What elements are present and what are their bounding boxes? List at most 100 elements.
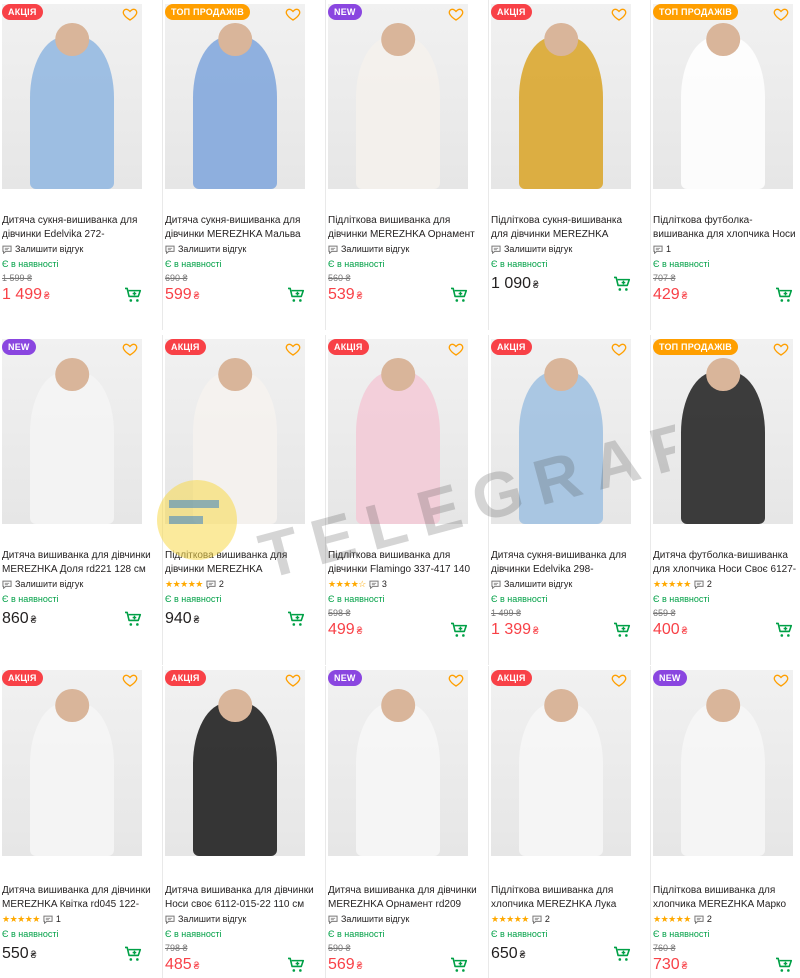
reviews-link[interactable]: Залишити відгук <box>491 244 572 254</box>
add-to-cart-icon[interactable] <box>613 946 631 962</box>
product-rating-row[interactable]: Залишити відгук <box>328 242 409 256</box>
product-card[interactable]: АКЦІЯ Дитяча вишиванка для дівчинки MEREZ… <box>0 666 162 978</box>
product-rating-row[interactable]: Залишити відгук <box>165 242 246 256</box>
product-rating-row[interactable]: ★★★★★ 1 <box>2 912 61 926</box>
favorite-heart-icon[interactable] <box>285 341 301 357</box>
product-card[interactable]: АКЦІЯ Дитяча сукня-вишиванка для дівчинки… <box>488 335 650 665</box>
product-image[interactable] <box>491 670 631 856</box>
leave-feedback-link[interactable]: Залишити відгук <box>341 914 409 924</box>
product-card[interactable]: ТОП ПРОДАЖІВ Підліткова футболка-вишиванк… <box>650 0 800 330</box>
leave-feedback-link[interactable]: Залишити відгук <box>178 244 246 254</box>
product-rating-row[interactable]: ★★★★★ 2 <box>653 912 712 926</box>
favorite-heart-icon[interactable] <box>448 6 464 22</box>
product-image[interactable] <box>328 4 468 189</box>
product-title[interactable]: Дитяча сукня-вишиванка для дівчинки Edel… <box>2 214 152 242</box>
reviews-link[interactable]: Залишити відгук <box>165 244 246 254</box>
product-rating-row[interactable]: ★★★★★ 2 <box>491 912 550 926</box>
add-to-cart-icon[interactable] <box>450 957 468 973</box>
reviews-link[interactable]: 3 <box>369 579 387 589</box>
favorite-heart-icon[interactable] <box>122 6 138 22</box>
add-to-cart-icon[interactable] <box>124 611 142 627</box>
reviews-link[interactable]: 1 <box>653 244 671 254</box>
product-card[interactable]: NEW Дитяча вишиванка для дівчинки MEREZHK… <box>325 666 487 978</box>
product-title[interactable]: Дитяча футболка-вишиванка для хлопчика Н… <box>653 549 800 577</box>
product-image[interactable] <box>165 670 305 856</box>
product-title[interactable]: Підліткова вишиванка для хлопчика MEREZH… <box>653 884 800 912</box>
add-to-cart-icon[interactable] <box>775 287 793 303</box>
product-card[interactable]: АКЦІЯ Підліткова сукня-вишиванка для дівч… <box>488 0 650 330</box>
add-to-cart-icon[interactable] <box>613 622 631 638</box>
product-image[interactable] <box>328 670 468 856</box>
product-rating-row[interactable]: ★★★★★ 2 <box>165 577 224 591</box>
favorite-heart-icon[interactable] <box>611 672 627 688</box>
product-card[interactable]: NEW Дитяча вишиванка для дівчинки MEREZHK… <box>0 335 162 665</box>
product-rating-row[interactable]: Залишити відгук <box>491 242 572 256</box>
add-to-cart-icon[interactable] <box>124 946 142 962</box>
product-image[interactable] <box>2 4 142 189</box>
product-card[interactable]: NEW Підліткова вишиванка для дівчинки MER… <box>325 0 487 330</box>
reviews-link[interactable]: Залишити відгук <box>2 579 83 589</box>
product-title[interactable]: Дитяча вишиванка для дівчинки MEREZHKA К… <box>2 884 152 912</box>
reviews-link[interactable]: 2 <box>206 579 224 589</box>
product-image[interactable] <box>653 4 793 189</box>
product-card[interactable]: АКЦІЯ Підліткова вишиванка для хлопчика M… <box>488 666 650 978</box>
product-title[interactable]: Дитяча вишиванка для дівчинки Носи своє … <box>165 884 315 912</box>
product-rating-row[interactable]: Залишити відгук <box>2 242 83 256</box>
reviews-count[interactable]: 2 <box>545 914 550 924</box>
product-title[interactable]: Дитяча сукня-вишиванка для дівчинки Edel… <box>491 549 641 577</box>
favorite-heart-icon[interactable] <box>122 341 138 357</box>
favorite-heart-icon[interactable] <box>773 6 789 22</box>
product-rating-row[interactable]: ★★★★☆ 3 <box>328 577 387 591</box>
favorite-heart-icon[interactable] <box>773 341 789 357</box>
product-rating-row[interactable]: Залишити відгук <box>491 577 572 591</box>
reviews-link[interactable]: Залишити відгук <box>491 579 572 589</box>
product-title[interactable]: Дитяча вишиванка для дівчинки MEREZHKA О… <box>328 884 478 912</box>
product-image[interactable] <box>165 4 305 189</box>
product-image[interactable] <box>165 339 305 524</box>
product-image[interactable] <box>491 4 631 189</box>
product-rating-row[interactable]: Залишити відгук <box>2 577 83 591</box>
product-rating-row[interactable]: 1 <box>653 242 671 256</box>
add-to-cart-icon[interactable] <box>613 276 631 292</box>
favorite-heart-icon[interactable] <box>285 6 301 22</box>
product-image[interactable] <box>328 339 468 524</box>
reviews-count[interactable]: 1 <box>666 244 671 254</box>
reviews-link[interactable]: 2 <box>694 579 712 589</box>
product-rating-row[interactable]: Залишити відгук <box>165 912 246 926</box>
add-to-cart-icon[interactable] <box>124 287 142 303</box>
product-rating-row[interactable]: Залишити відгук <box>328 912 409 926</box>
reviews-link[interactable]: Залишити відгук <box>2 244 83 254</box>
product-card[interactable]: АКЦІЯ Підліткова вишиванка для дівчинки M… <box>162 335 324 665</box>
product-image[interactable] <box>491 339 631 524</box>
reviews-count[interactable]: 3 <box>382 579 387 589</box>
product-title[interactable]: Дитяча вишиванка для дівчинки MEREZHKA Д… <box>2 549 152 577</box>
product-title[interactable]: Дитяча сукня-вишиванка для дівчинки MERE… <box>165 214 315 242</box>
product-card[interactable]: ТОП ПРОДАЖІВ Дитяча сукня-вишиванка для д… <box>162 0 324 330</box>
add-to-cart-icon[interactable] <box>287 957 305 973</box>
product-title[interactable]: Підліткова вишиванка для дівчинки MEREZH… <box>328 214 478 242</box>
add-to-cart-icon[interactable] <box>775 622 793 638</box>
leave-feedback-link[interactable]: Залишити відгук <box>504 244 572 254</box>
reviews-count[interactable]: 1 <box>56 914 61 924</box>
product-title[interactable]: Підліткова вишиванка для дівчинки MEREZH… <box>165 549 315 577</box>
product-title[interactable]: Підліткова сукня-вишиванка для дівчинки … <box>491 214 641 242</box>
reviews-link[interactable]: 1 <box>43 914 61 924</box>
leave-feedback-link[interactable]: Залишити відгук <box>178 914 246 924</box>
favorite-heart-icon[interactable] <box>448 672 464 688</box>
reviews-link[interactable]: Залишити відгук <box>328 914 409 924</box>
leave-feedback-link[interactable]: Залишити відгук <box>15 244 83 254</box>
add-to-cart-icon[interactable] <box>287 611 305 627</box>
favorite-heart-icon[interactable] <box>773 672 789 688</box>
product-card[interactable]: АКЦІЯ Підліткова вишиванка для дівчинки F… <box>325 335 487 665</box>
product-card[interactable]: ТОП ПРОДАЖІВ Дитяча футболка-вишиванка дл… <box>650 335 800 665</box>
product-card[interactable]: NEW Підліткова вишиванка для хлопчика MER… <box>650 666 800 978</box>
product-image[interactable] <box>2 670 142 856</box>
leave-feedback-link[interactable]: Залишити відгук <box>15 579 83 589</box>
product-rating-row[interactable]: ★★★★★ 2 <box>653 577 712 591</box>
add-to-cart-icon[interactable] <box>450 622 468 638</box>
product-title[interactable]: Підліткова футболка-вишиванка для хлопчи… <box>653 214 800 242</box>
product-image[interactable] <box>2 339 142 524</box>
product-image[interactable] <box>653 670 793 856</box>
reviews-count[interactable]: 2 <box>219 579 224 589</box>
leave-feedback-link[interactable]: Залишити відгук <box>341 244 409 254</box>
